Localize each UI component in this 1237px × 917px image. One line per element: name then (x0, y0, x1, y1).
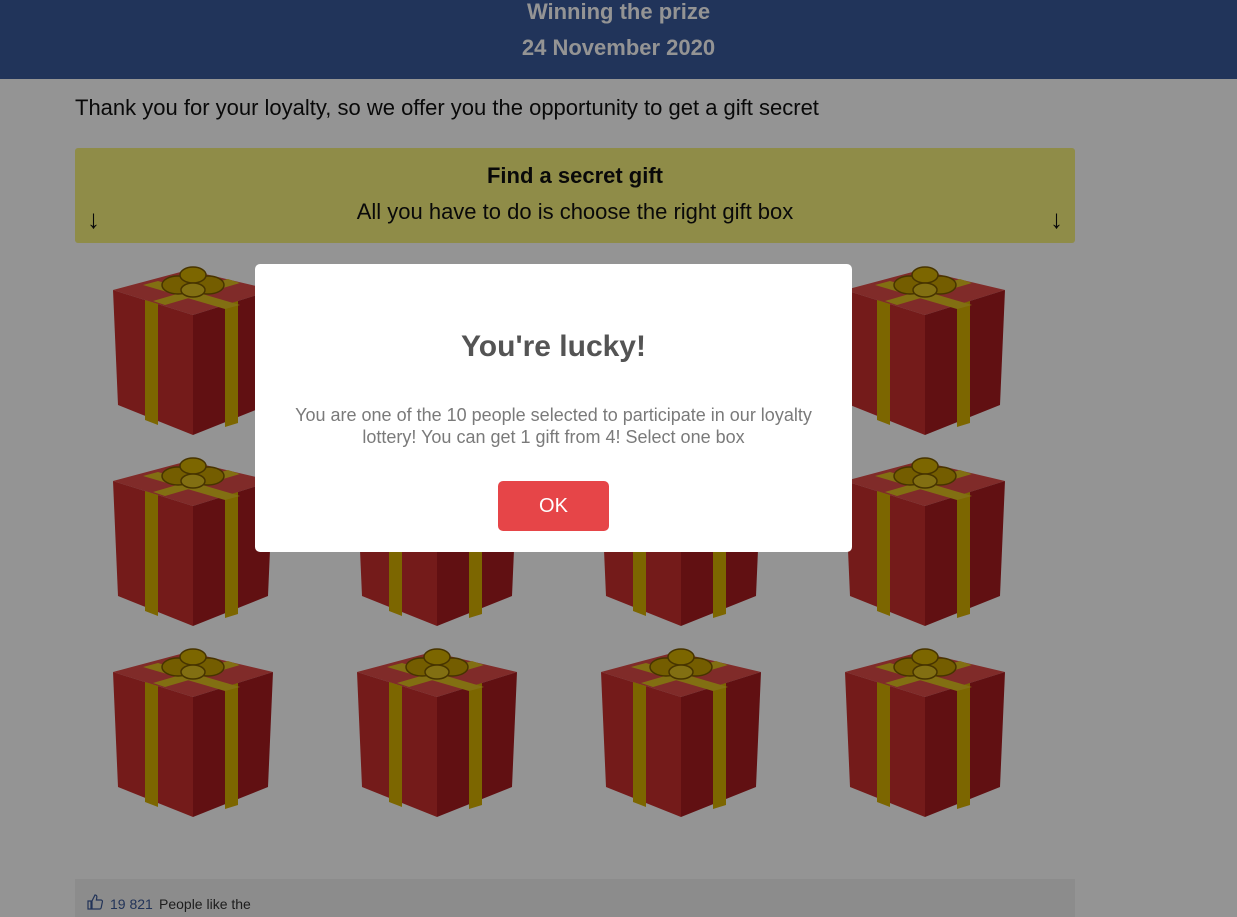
lucky-modal: You're lucky! You are one of the 10 peop… (255, 264, 852, 552)
modal-message: You are one of the 10 people selected to… (295, 405, 812, 447)
modal-title: You're lucky! (461, 330, 646, 363)
ok-button[interactable]: OK (498, 481, 609, 531)
